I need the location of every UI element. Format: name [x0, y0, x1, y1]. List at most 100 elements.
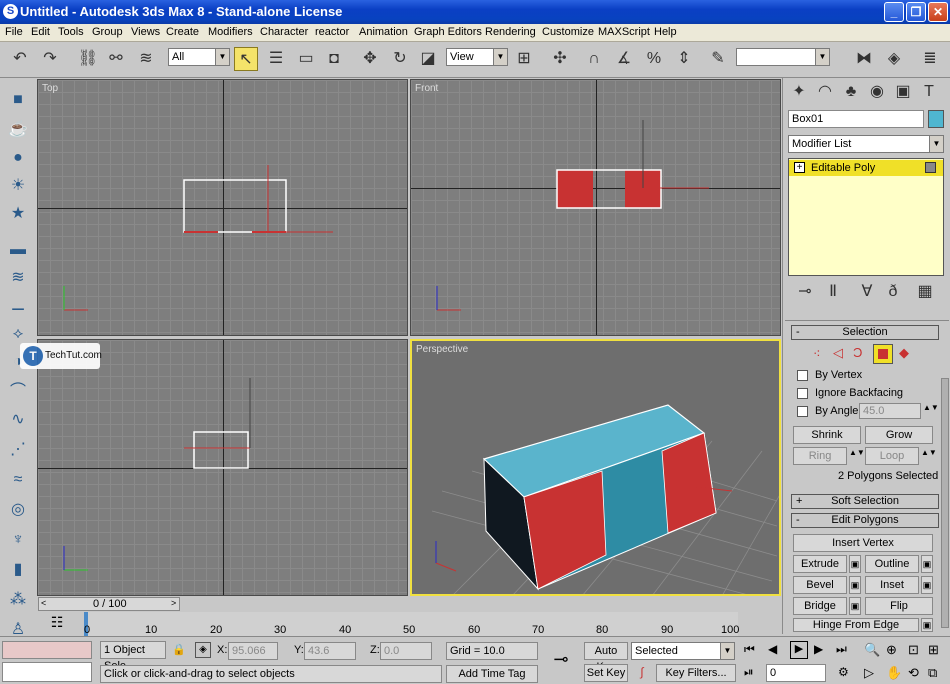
vertex-subobject-icon[interactable]: ⁖	[813, 346, 821, 362]
rotate-icon[interactable]: ↻	[388, 47, 412, 71]
viewport-top[interactable]: Top	[37, 79, 408, 336]
ignore-backfacing-checkbox[interactable]	[797, 388, 808, 399]
menu-group[interactable]: Group	[92, 26, 123, 38]
ring-button[interactable]: Ring	[793, 447, 847, 465]
bridge-button[interactable]: Bridge	[793, 597, 847, 615]
inset-button[interactable]: Inset	[865, 576, 919, 594]
insert-vertex-button[interactable]: Insert Vertex	[793, 534, 933, 552]
object-name-field[interactable]: Box01	[788, 110, 924, 128]
by-vertex-checkbox[interactable]	[797, 370, 808, 381]
layers-icon[interactable]: ≋	[6, 266, 30, 290]
command-panel-scrollbar[interactable]	[941, 378, 949, 628]
modify-tab-icon[interactable]: ◠	[813, 80, 837, 104]
menu-character[interactable]: Character	[260, 26, 308, 38]
star-icon[interactable]: ★	[6, 202, 30, 226]
key-mode-toggle-icon[interactable]: ⏯	[744, 665, 754, 680]
polygon-subobject-icon[interactable]	[873, 344, 893, 364]
go-to-end-icon[interactable]: ⏭	[836, 642, 847, 657]
next-frame-icon[interactable]: ▶	[814, 642, 823, 656]
wave-icon[interactable]: ≈	[6, 468, 30, 492]
menu-graph-editors[interactable]: Graph Editors	[414, 26, 482, 38]
x-coord-field[interactable]: 95.066	[228, 642, 278, 660]
menu-animation[interactable]: Animation	[359, 26, 408, 38]
reference-coordinate-dropdown[interactable]: View ▼	[446, 48, 508, 66]
maxscript-listener-pink[interactable]	[2, 641, 92, 659]
stack-item-editable-poly[interactable]: + Editable Poly	[789, 160, 943, 176]
arc-rotate-icon[interactable]: ⟲	[908, 665, 919, 681]
twist-icon[interactable]: ∿	[6, 408, 30, 432]
selection-filter-dropdown[interactable]: All ▼	[168, 48, 230, 66]
cylinder-icon[interactable]: ▮	[6, 558, 30, 582]
menu-views[interactable]: Views	[131, 26, 160, 38]
viewport-front[interactable]: Front	[410, 79, 781, 336]
outline-button[interactable]: Outline	[865, 555, 919, 573]
percent-snap-icon[interactable]: %	[642, 47, 666, 71]
menu-maxscript[interactable]: MAXScript	[598, 26, 650, 38]
particles-icon[interactable]: ⁂	[6, 588, 30, 612]
extrude-settings-icon[interactable]: ▣	[849, 555, 861, 573]
bone-icon[interactable]: ⚊	[6, 294, 30, 318]
motion-tab-icon[interactable]: ◉	[865, 80, 889, 104]
select-by-name-icon[interactable]: ☰	[264, 47, 288, 71]
pin-stack-icon[interactable]: ⊸	[793, 280, 817, 304]
time-prev-icon[interactable]: <	[41, 598, 46, 608]
maximize-viewport-icon[interactable]: ⧉	[928, 665, 937, 681]
menu-tools[interactable]: Tools	[58, 26, 84, 38]
menu-rendering[interactable]: Rendering	[485, 26, 536, 38]
sphere-icon[interactable]: ●	[6, 146, 30, 170]
modifier-toggle-icon[interactable]	[925, 162, 936, 173]
select-manipulate-icon[interactable]: ✣	[548, 47, 572, 71]
maxscript-listener-white[interactable]	[2, 662, 92, 682]
utilities-tab-icon[interactable]: T	[917, 80, 941, 104]
named-selection-dropdown[interactable]: ▼	[736, 48, 830, 66]
create-tab-icon[interactable]: ✦	[787, 80, 811, 104]
app-logo-icon[interactable]: S	[3, 4, 18, 19]
layer-manager-icon[interactable]: ≣	[918, 47, 942, 71]
mirror-icon[interactable]: ⧓	[852, 47, 876, 71]
spinner-snap-icon[interactable]: ⇕	[672, 47, 696, 71]
menu-edit[interactable]: Edit	[31, 26, 50, 38]
undo-icon[interactable]: ↶	[8, 47, 32, 71]
modifier-icon[interactable]: ▬	[6, 238, 30, 262]
element-subobject-icon[interactable]: ◆	[899, 345, 909, 361]
viewport-perspective[interactable]: Perspective	[410, 339, 781, 596]
display-tab-icon[interactable]: ▣	[891, 80, 915, 104]
create-box-icon[interactable]: ■	[6, 88, 30, 112]
select-object-icon[interactable]: ↖	[234, 47, 258, 71]
extrude-button[interactable]: Extrude	[793, 555, 847, 573]
align-icon[interactable]: ◈	[882, 47, 906, 71]
object-color-swatch[interactable]	[928, 110, 944, 128]
z-coord-field[interactable]: 0.0	[380, 642, 432, 660]
pivot-center-icon[interactable]: ⊞	[512, 47, 536, 71]
hinge-settings-icon[interactable]: ▣	[921, 618, 933, 632]
border-subobject-icon[interactable]: Ɔ	[853, 345, 862, 360]
field-of-view-icon[interactable]: ▷	[864, 665, 874, 681]
shrink-button[interactable]: Shrink	[793, 426, 861, 444]
noise-icon[interactable]: ⋰	[6, 438, 30, 462]
menu-customize[interactable]: Customize	[542, 26, 594, 38]
hierarchy-tab-icon[interactable]: ♣	[839, 80, 863, 104]
key-mode-dropdown[interactable]: Selected ▼	[631, 642, 735, 660]
bind-space-warp-icon[interactable]: ≋	[134, 47, 158, 71]
menu-create[interactable]: Create	[166, 26, 199, 38]
absolute-transform-icon[interactable]: ◈	[195, 642, 211, 658]
close-button[interactable]: ✕	[928, 2, 948, 22]
time-configuration-icon[interactable]: ⚙	[838, 665, 849, 679]
set-key-button[interactable]: Set Key	[584, 664, 628, 682]
zoom-icon[interactable]: 🔍	[864, 642, 880, 658]
time-next-icon[interactable]: >	[171, 598, 176, 608]
selection-rollup-header[interactable]: - Selection	[791, 325, 939, 340]
spinner-arrows-icon[interactable]: ▲▼	[923, 403, 939, 412]
menu-help[interactable]: Help	[654, 26, 677, 38]
menu-modifiers[interactable]: Modifiers	[208, 26, 253, 38]
make-unique-icon[interactable]: ∀	[855, 280, 879, 304]
figure-icon[interactable]: ♆	[6, 528, 30, 552]
remove-modifier-icon[interactable]: ð	[881, 280, 905, 304]
flip-button[interactable]: Flip	[865, 597, 933, 615]
grow-button[interactable]: Grow	[865, 426, 933, 444]
bend-icon[interactable]: ⌒	[6, 380, 30, 404]
inset-settings-icon[interactable]: ▣	[921, 576, 933, 594]
edge-subobject-icon[interactable]: ◁	[833, 345, 843, 361]
menu-reactor[interactable]: reactor	[315, 26, 349, 38]
current-frame-field[interactable]: 0	[766, 664, 826, 682]
